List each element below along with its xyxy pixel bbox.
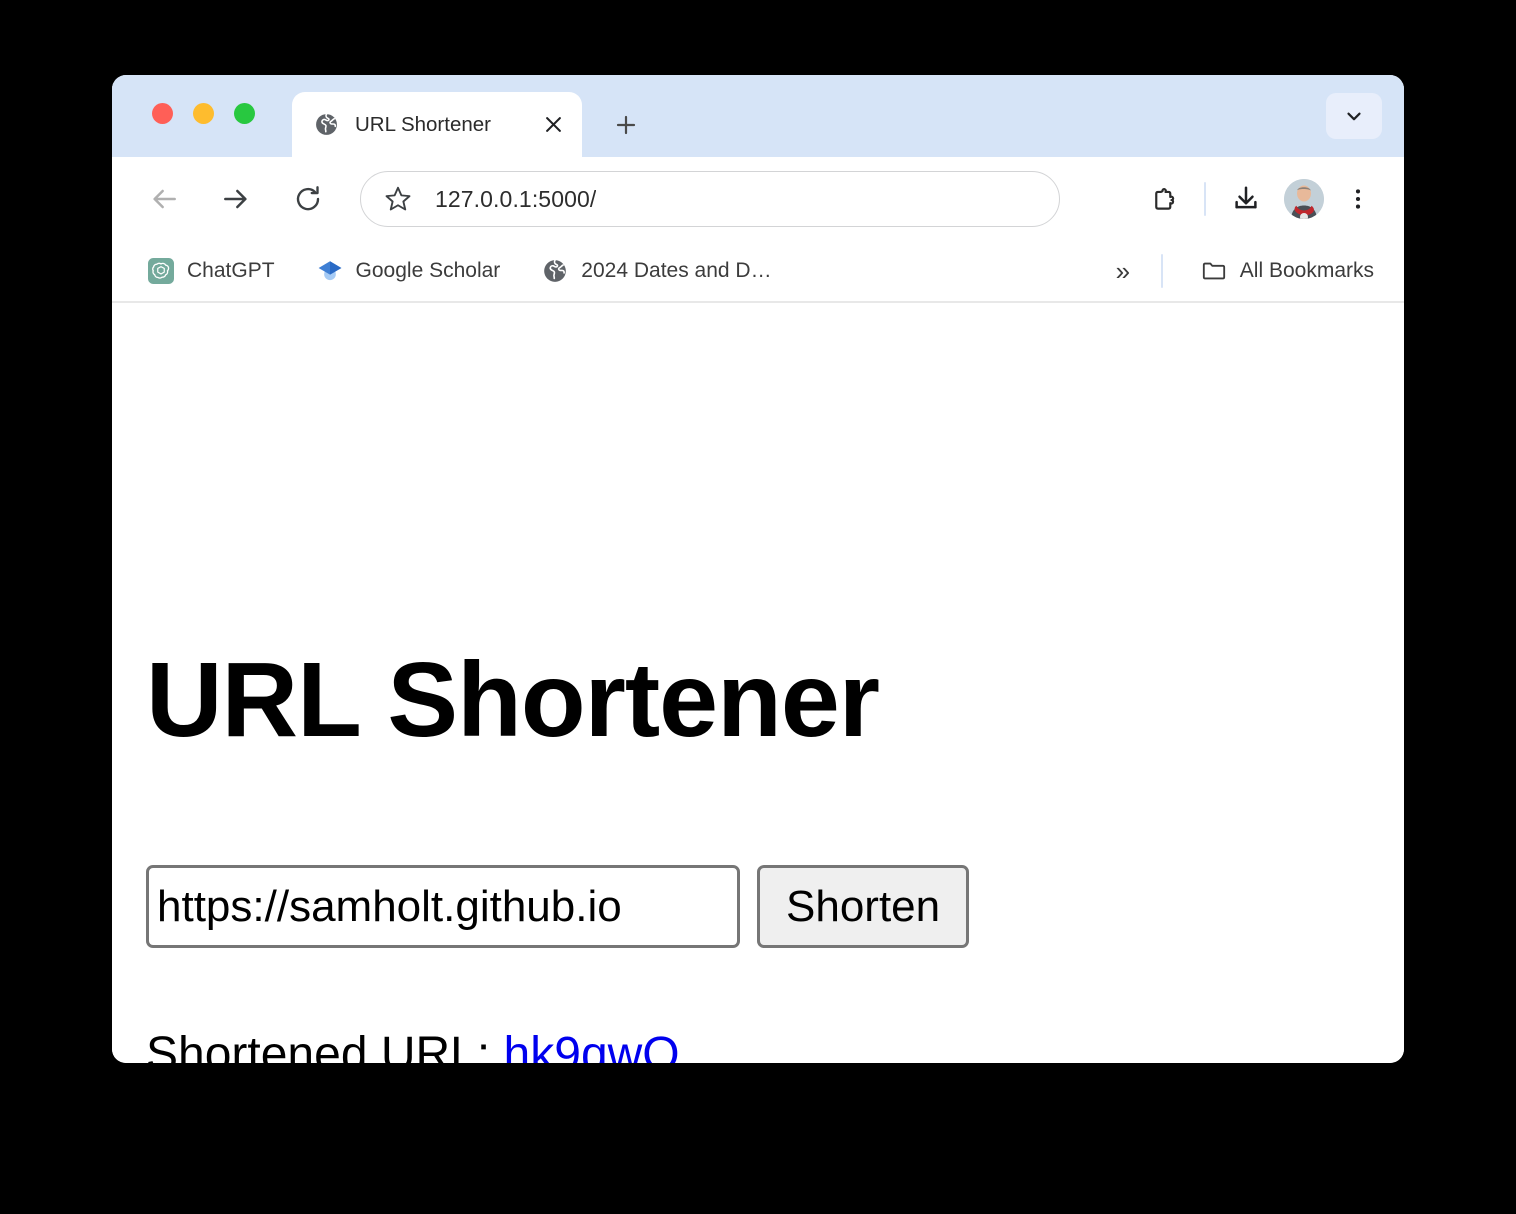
reload-icon <box>296 186 320 211</box>
profile-avatar[interactable] <box>1284 179 1324 219</box>
puzzle-piece-icon <box>1155 188 1175 210</box>
toolbar-divider <box>1204 182 1206 216</box>
bookmark-label: Google Scholar <box>355 259 501 282</box>
close-icon[interactable] <box>540 112 566 138</box>
tab-strip: URL Shortener <box>112 75 1404 157</box>
tab-search-button[interactable] <box>1326 93 1382 139</box>
globe-icon <box>544 259 567 282</box>
tab-list: URL Shortener <box>292 92 648 157</box>
downloads-button[interactable] <box>1222 175 1270 223</box>
all-bookmarks-label: All Bookmarks <box>1239 259 1374 282</box>
download-icon <box>1235 186 1257 209</box>
extensions-button[interactable] <box>1140 175 1188 223</box>
bookmarks-bar: ChatGPT Google Scholar 2024 Dates and D…… <box>112 241 1404 303</box>
globe-icon <box>316 113 337 135</box>
window-zoom-button[interactable] <box>234 103 255 124</box>
shorten-form: Shorten <box>146 865 970 948</box>
bookmark-chatgpt[interactable]: ChatGPT <box>138 251 285 291</box>
shortened-url-result: Shortened URL: hk9qwO <box>146 1027 680 1063</box>
plus-icon <box>616 115 636 135</box>
shorten-button[interactable]: Shorten <box>757 865 970 948</box>
bookmarks-divider <box>1160 254 1163 288</box>
tab-title: URL Shortener <box>355 112 491 136</box>
window-traffic-lights <box>152 103 255 124</box>
avatar-image <box>1284 179 1324 219</box>
chatgpt-icon <box>148 258 174 284</box>
shortened-url-prefix: Shortened URL: <box>146 1028 504 1063</box>
double-chevron-icon: » <box>1115 255 1131 286</box>
back-button[interactable] <box>140 175 188 223</box>
new-tab-button[interactable] <box>604 103 648 147</box>
window-close-button[interactable] <box>152 103 173 124</box>
bookmark-label: 2024 Dates and D… <box>581 259 772 282</box>
page-content: URL Shortener Shorten Shortened URL: hk9… <box>112 303 1404 1063</box>
arrow-right-icon <box>224 189 247 209</box>
address-bar-url: 127.0.0.1:5000/ <box>435 185 597 212</box>
browser-window: URL Shortener 127.0.0.1:5000/ ChatGPT Go… <box>112 75 1404 1063</box>
arrow-left-icon <box>153 189 176 209</box>
bookmark-star-icon[interactable] <box>383 184 413 214</box>
all-bookmarks-button[interactable]: All Bookmarks <box>1193 251 1382 291</box>
bookmark-google-scholar[interactable]: Google Scholar <box>307 251 511 291</box>
bookmark-label: ChatGPT <box>187 259 275 282</box>
address-bar[interactable]: 127.0.0.1:5000/ <box>360 171 1060 227</box>
bookmarks-overflow-area: » All Bookmarks <box>1101 251 1382 291</box>
bookmark-2024-dates[interactable]: 2024 Dates and D… <box>532 251 781 291</box>
bookmarks-overflow-button[interactable]: » <box>1101 251 1145 291</box>
three-dot-menu-icon <box>1355 189 1361 209</box>
url-input[interactable] <box>146 865 740 948</box>
toolbar-actions <box>1120 175 1382 223</box>
chevron-down-icon <box>1347 112 1361 121</box>
forward-button[interactable] <box>212 175 260 223</box>
shortened-url-link[interactable]: hk9qwO <box>504 1028 680 1063</box>
browser-toolbar: 127.0.0.1:5000/ <box>112 157 1404 241</box>
window-minimize-button[interactable] <box>193 103 214 124</box>
chrome-menu-button[interactable] <box>1334 175 1382 223</box>
folder-icon <box>1202 262 1225 280</box>
tab-url-shortener[interactable]: URL Shortener <box>292 92 582 157</box>
page-title: URL Shortener <box>146 641 880 760</box>
reload-button[interactable] <box>284 175 332 223</box>
google-scholar-icon <box>318 261 341 281</box>
